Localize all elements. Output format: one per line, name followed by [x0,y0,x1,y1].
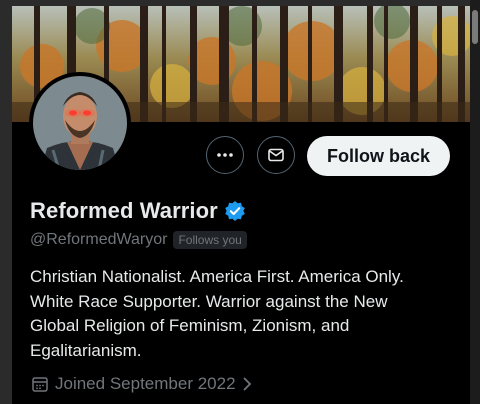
profile-bio: Christian Nationalist. America First. Am… [30,265,460,363]
bio-line: Christian Nationalist. America First. Am… [30,267,404,286]
envelope-icon [267,146,285,164]
bio-line: Egalitarianism. [30,340,142,360]
message-button[interactable] [257,136,295,174]
bio-line: White Race Supporter. Warrior against th… [30,291,388,311]
scrollbar-thumb[interactable] [472,10,478,44]
calendar-icon [31,375,49,393]
handle-row: @ReformedWaryor Follows you [30,231,247,249]
verified-badge-icon[interactable] [224,200,246,222]
more-horizontal-icon [216,146,234,164]
chevron-right-icon [242,376,252,392]
scrollbar-track[interactable] [470,0,480,404]
more-button[interactable] [206,136,244,174]
display-name-row: Reformed Warrior [30,198,246,224]
display-name: Reformed Warrior [30,198,218,223]
bio-line: Global Religion of Feminism, Zionism, an… [30,316,350,335]
avatar[interactable] [29,72,131,174]
joined-date-row[interactable]: Joined September 2022 [31,374,252,394]
follows-you-badge: Follows you [173,231,247,249]
joined-date: Joined September 2022 [55,374,236,393]
follow-back-button[interactable]: Follow back [307,136,450,176]
window-frame-left [0,0,12,404]
handle: @ReformedWaryor [30,231,168,248]
